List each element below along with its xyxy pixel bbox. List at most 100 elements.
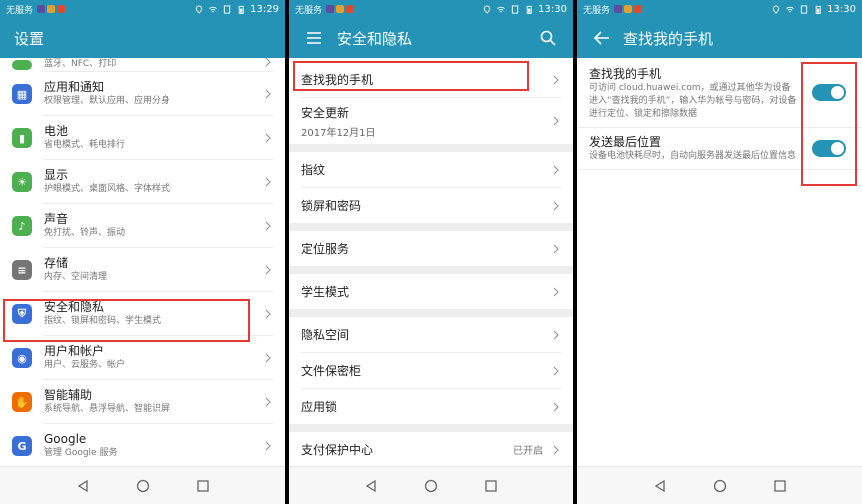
carrier-text: 无服务 — [295, 5, 323, 16]
settings-item-title: 安全和隐私 — [44, 300, 105, 314]
send-last-location-toggle[interactable] — [812, 139, 846, 157]
back-triangle-icon — [654, 479, 665, 492]
home-nav-button[interactable] — [423, 478, 439, 494]
section-gap — [289, 424, 573, 432]
find-my-phone-toggle[interactable] — [812, 83, 846, 101]
setting-title: 查找我的手机 — [589, 67, 662, 81]
clock: 13:30 — [538, 3, 567, 15]
back-nav-button[interactable] — [75, 478, 91, 494]
app-bar: 安全和隐私 — [289, 18, 573, 58]
list-item-lock-screen[interactable]: 锁屏和密码 — [289, 188, 573, 223]
list-item-file-safe[interactable]: 文件保密柜 — [289, 353, 573, 388]
back-nav-button[interactable] — [652, 478, 668, 494]
item-title: 应用锁 — [301, 400, 338, 414]
settings-item-subtitle: 护眼模式、桌面风格、字体样式 — [44, 184, 171, 194]
notification-icon — [614, 5, 623, 13]
settings-item[interactable]: ♪ 声音 免打扰、铃声、振动 — [0, 204, 285, 248]
wifi-icon — [786, 6, 795, 12]
wifi-icon — [497, 6, 506, 12]
settings-item-subtitle: 系统导航、悬浮导航、智能识屏 — [44, 404, 171, 414]
recents-square-icon — [485, 479, 497, 492]
find-my-phone-settings: 查找我的手机 可访问 cloud.huawei.com，或通过其他华为设备进入“… — [577, 58, 862, 466]
chevron-right-icon — [265, 177, 271, 187]
notification-icon — [336, 5, 345, 13]
notification-icon — [346, 5, 355, 13]
battery-status-icon — [815, 5, 821, 14]
chevron-right-icon — [553, 445, 559, 454]
chevron-right-icon — [553, 287, 559, 296]
home-circle-icon — [424, 479, 438, 492]
settings-item-subtitle: 用户、云服务、帐户 — [44, 360, 126, 370]
home-circle-icon — [713, 479, 726, 492]
search-button[interactable] — [537, 27, 559, 49]
notification-icon — [57, 5, 66, 13]
location-icon — [773, 4, 780, 14]
list-item-fingerprint[interactable]: 指纹 — [289, 152, 573, 187]
battery-status-icon — [526, 5, 532, 14]
settings-item[interactable]: ☀ 显示 护眼模式、桌面风格、字体样式 — [0, 160, 285, 204]
list-item-location[interactable]: 定位服务 — [289, 231, 573, 266]
setting-description: 设备电池快耗尽时，自动向服务器发送最后位置信息 — [589, 151, 797, 161]
recents-nav-button[interactable] — [772, 478, 788, 494]
recents-nav-button[interactable] — [195, 478, 211, 494]
notification-icon — [634, 5, 643, 13]
notification-icons — [37, 5, 66, 13]
chevron-right-icon — [553, 201, 559, 210]
settings-item-subtitle: 省电模式、耗电排行 — [44, 140, 126, 150]
setting-description: 可访问 cloud.huawei.com，或通过其他华为设备进入“查找我的手机”… — [589, 83, 797, 119]
back-button[interactable] — [591, 27, 613, 49]
list-item-private-space[interactable]: 隐私空间 — [289, 317, 573, 352]
chevron-right-icon — [553, 330, 559, 339]
settings-item-subtitle: 蓝牙、NFC、打印 — [44, 59, 117, 69]
home-nav-button[interactable] — [135, 478, 151, 494]
chevron-right-icon — [265, 265, 271, 275]
settings-item[interactable]: ⛨ 安全和隐私 指纹、锁屏和密码、学生模式 — [0, 292, 285, 336]
item-status-value: 已开启 — [513, 446, 543, 457]
settings-item[interactable]: ◉ 用户和帐户 用户、云服务、帐户 — [0, 336, 285, 380]
item-title: 定位服务 — [301, 242, 350, 256]
battery-icon: ▮ — [12, 128, 32, 148]
settings-item[interactable]: ▦ 应用和通知 权限管理、默认应用、应用分身 — [0, 72, 285, 116]
home-nav-button[interactable] — [712, 478, 728, 494]
home-circle-icon — [136, 479, 149, 492]
menu-button[interactable] — [303, 27, 325, 49]
list-item-payment-protection[interactable]: 支付保护中心 已开启 — [289, 432, 573, 466]
settings-item-connectivity[interactable]: 蓝牙、NFC、打印 — [0, 58, 285, 72]
location-icon — [484, 4, 491, 14]
item-subtitle: 2017年12月1日 — [301, 127, 376, 139]
list-item-app-lock[interactable]: 应用锁 — [289, 389, 573, 424]
hand-icon: ✋ — [12, 392, 32, 412]
shield-icon: ⛨ — [12, 304, 32, 324]
settings-item-title: 显示 — [44, 168, 69, 182]
navigation-bar — [0, 466, 285, 504]
settings-item[interactable]: ▮ 电池 省电模式、耗电排行 — [0, 116, 285, 160]
settings-item-subtitle: 权限管理、默认应用、应用分身 — [44, 96, 171, 106]
section-gap — [289, 309, 573, 317]
storage-icon: ≡ — [12, 260, 32, 280]
chevron-right-icon — [265, 353, 271, 363]
settings-item[interactable]: ≡ 存储 内存、空间清理 — [0, 248, 285, 292]
search-icon — [540, 30, 556, 46]
wifi-icon — [209, 6, 218, 12]
section-gap — [289, 266, 573, 274]
settings-item-subtitle: 免打扰、铃声、振动 — [44, 228, 126, 238]
user-icon: ◉ — [12, 348, 32, 368]
connectivity-icon — [12, 60, 32, 70]
notification-icon — [47, 5, 56, 13]
chevron-right-icon — [553, 366, 559, 375]
item-title: 隐私空间 — [301, 328, 350, 342]
status-bar: 无服务 13:30 — [577, 0, 862, 18]
list-item-find-my-phone[interactable]: 查找我的手机 — [289, 62, 573, 97]
list-item-student-mode[interactable]: 学生模式 — [289, 274, 573, 309]
chevron-right-icon — [265, 221, 271, 231]
app-bar: 查找我的手机 — [577, 18, 862, 58]
status-bar: 无服务 13:29 — [0, 0, 285, 18]
settings-item[interactable]: G Google 管理 Google 服务 — [0, 424, 285, 466]
back-nav-button[interactable] — [363, 478, 379, 494]
notification-icon — [624, 5, 633, 13]
list-item-security-update[interactable]: 安全更新 2017年12月1日 — [289, 98, 573, 144]
recents-nav-button[interactable] — [483, 478, 499, 494]
navigation-bar — [289, 466, 573, 504]
settings-screen: 无服务 13:29 设置 蓝牙、NFC、打印 ▦ 应用和通知 权限管理、默认应用、应… — [0, 0, 285, 504]
settings-item[interactable]: ✋ 智能辅助 系统导航、悬浮导航、智能识屏 — [0, 380, 285, 424]
